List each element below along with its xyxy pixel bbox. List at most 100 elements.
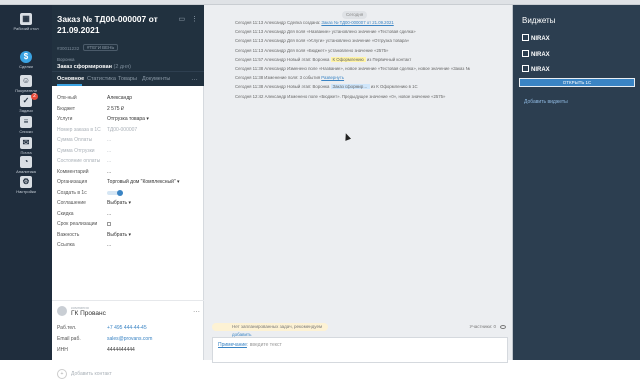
field-value[interactable]: ... (107, 136, 111, 144)
field-value[interactable]: Отгрузка товара ▾ (107, 115, 149, 123)
field-row[interactable]: Комментарий... (57, 168, 202, 176)
event-link[interactable]: Развернуть (321, 75, 344, 80)
company-field-label: Email раб. (57, 336, 81, 342)
field-row[interactable]: Бюджет 2 575 ₽ (57, 105, 202, 113)
field-value[interactable]: Выбрать ▾ (107, 231, 131, 239)
nav-item-label: Настройки (16, 189, 36, 194)
field-row[interactable]: Сумма Оплаты... (57, 136, 202, 144)
mail-icon: ✉ (20, 137, 32, 149)
nirax-widget-logo[interactable]: NIRAX (522, 50, 572, 60)
event-text: Сегодня 11:13 Александр Для поля «Бюджет… (235, 47, 389, 53)
analytics-icon: ◔ (20, 156, 32, 168)
field-label: Состояние оплаты (57, 158, 101, 164)
tag-button[interactable]: #ТЕГИ ВЕНЬ (83, 44, 119, 51)
event-link[interactable]: Заказ № ТД00-000007 от 21.09.2021 (321, 20, 393, 25)
field-label: Соглашение (57, 200, 86, 206)
field-row[interactable]: Соглашение Выбрать ▾ (57, 199, 202, 207)
nav-item-label: Задачи (19, 108, 33, 113)
nav-item[interactable]: ◔ Аналитика (0, 156, 52, 174)
field-row[interactable]: Скидка... (57, 210, 202, 218)
field-value[interactable]: Торговый дом "Комплексный" ▾ (107, 178, 180, 186)
field-value[interactable]: ТД00-000007 (107, 126, 137, 134)
feed-event: Сегодня 11:13 Александр Для поля «Назван… (235, 28, 505, 36)
eye-icon[interactable] (500, 325, 506, 329)
tabs-more-icon[interactable]: … (191, 75, 198, 82)
field-value[interactable]: ... (107, 157, 111, 165)
field-value[interactable]: Выбрать ▾ (107, 199, 131, 207)
tab-statistics[interactable]: Статистика (87, 76, 116, 82)
tasks-notice: Нет запланированных задач, рекомендуем д… (212, 322, 508, 337)
tab-main[interactable]: Основное (57, 76, 84, 82)
add-widgets-link[interactable]: Добавить виджеты (524, 99, 568, 105)
nirax-logo-icon (522, 34, 529, 41)
nav-item[interactable]: ✓ 2 Задачи (0, 93, 52, 113)
buyers-icon: ☺ (20, 75, 32, 87)
feed-event: Сегодня 12:42 Александр Изменено поле «Б… (235, 93, 505, 101)
stage-duration: (2 дня) (113, 64, 131, 70)
note-input[interactable]: Примечание: введите текст (212, 337, 508, 363)
mouse-cursor-icon (342, 132, 352, 141)
field-value[interactable]: ... (107, 241, 111, 249)
field-row[interactable]: Состояние оплаты... (57, 157, 202, 165)
nirax-logo-icon (522, 65, 529, 72)
field-row[interactable]: Отв-ный Александр (57, 94, 202, 102)
nirax-widget-logo[interactable]: NIRAX (522, 34, 572, 44)
field-value[interactable]: 2 575 ₽ (107, 105, 124, 113)
field-label: Скидка (57, 210, 74, 217)
nav-item-label: Аналитика (16, 169, 36, 174)
nav-item-label: Почта (20, 150, 32, 155)
event-text: Сегодня 11:13 Александр Для поля «Услуги… (235, 38, 410, 44)
tab-documents[interactable]: Документы (142, 76, 170, 82)
fields-panel: + Добавить контакт Отв-ный Александр Бюджет… (52, 86, 204, 379)
nav-item-label: Списки (19, 129, 33, 134)
field-row[interactable]: Ссылка... (57, 241, 202, 249)
field-value[interactable]: ... (107, 168, 111, 176)
nav-item[interactable]: ☺ Покупатели (0, 75, 52, 93)
company-field-value[interactable]: +7 495 444-44-45 (107, 324, 147, 332)
add-contact-label: Добавить контакт (71, 371, 112, 377)
field-row[interactable]: Сумма Отгрузки... (57, 147, 202, 155)
stage-selector[interactable]: Заказ сформирован (2 дня) (57, 64, 201, 70)
company-more-icon[interactable]: ⋯ (193, 308, 200, 316)
company-field-row: ИНН 4444444444 (57, 346, 202, 354)
nav-item-label: Рабочий стол (13, 26, 39, 31)
company-field-value[interactable]: sales@provans.com (107, 335, 152, 343)
field-value[interactable]: ... (107, 147, 111, 155)
event-text: Сегодня 11:38 Александр Изменено поле «Н… (235, 66, 471, 71)
field-value[interactable]: Александр (107, 94, 132, 102)
tab-products[interactable]: Товары (118, 76, 137, 82)
notification-badge: 2 (31, 93, 38, 100)
nirax-widget-logo[interactable]: NIRAX (522, 65, 572, 75)
field-row[interactable]: Важность Выбрать ▾ (57, 231, 202, 239)
create-in-1c-toggle[interactable] (107, 189, 123, 196)
notice-text: Нет запланированных задач, рекомендуем (232, 324, 323, 329)
card-header: Заказ № ТД00-000007 от 21.09.2021 ▭ ⋮ #3… (52, 5, 204, 74)
field-row[interactable]: Услуги Отгрузка товара ▾ (57, 115, 202, 123)
widgets-panel: Виджеты NIRAX NIRAX NIRAX ОТКРЫТЬ 1С Доб… (512, 5, 640, 360)
company-avatar (57, 306, 67, 316)
header-menu-icon[interactable]: ▭ ⋮ (178, 15, 200, 23)
event-text: Сегодня 11:38 Изменение поля: 3 события (235, 75, 322, 81)
company-name[interactable]: ГК Прованс (71, 310, 106, 317)
nav-item[interactable]: ⚙ Настройки (0, 176, 52, 194)
field-value[interactable]: ... (107, 210, 111, 218)
add-contact-button[interactable]: + Добавить контакт (57, 369, 112, 379)
nav-item[interactable]: $ Сделки (0, 51, 52, 69)
field-row[interactable]: Создать в 1с (57, 189, 202, 197)
field-row[interactable]: Организация Торговый дом "Комплексный" ▾ (57, 178, 202, 186)
open-1c-button[interactable]: ОТКРЫТЬ 1С (519, 78, 635, 87)
field-checkbox[interactable] (107, 222, 111, 226)
nav-item[interactable]: ✉ Почта (0, 137, 52, 155)
participants-count[interactable]: Участники: 0 (469, 322, 496, 332)
nav-item[interactable]: ▦ Рабочий стол (0, 13, 52, 31)
note-type-link[interactable]: Примечание (218, 342, 247, 348)
deals-icon: $ (20, 51, 32, 63)
stage-chip: Заказ сформир… (330, 84, 370, 90)
field-row[interactable]: Срок реализации (57, 220, 202, 228)
company-field-label: Раб.тел. (57, 325, 77, 331)
date-separator: Сегодня (342, 11, 368, 19)
field-label: Создать в 1с (57, 189, 87, 196)
company-field-value[interactable]: 4444444444 (107, 346, 135, 354)
field-row[interactable]: Номер заказа в 1С ТД00-000007 (57, 126, 202, 134)
nav-item[interactable]: ≡ Списки (0, 116, 52, 134)
